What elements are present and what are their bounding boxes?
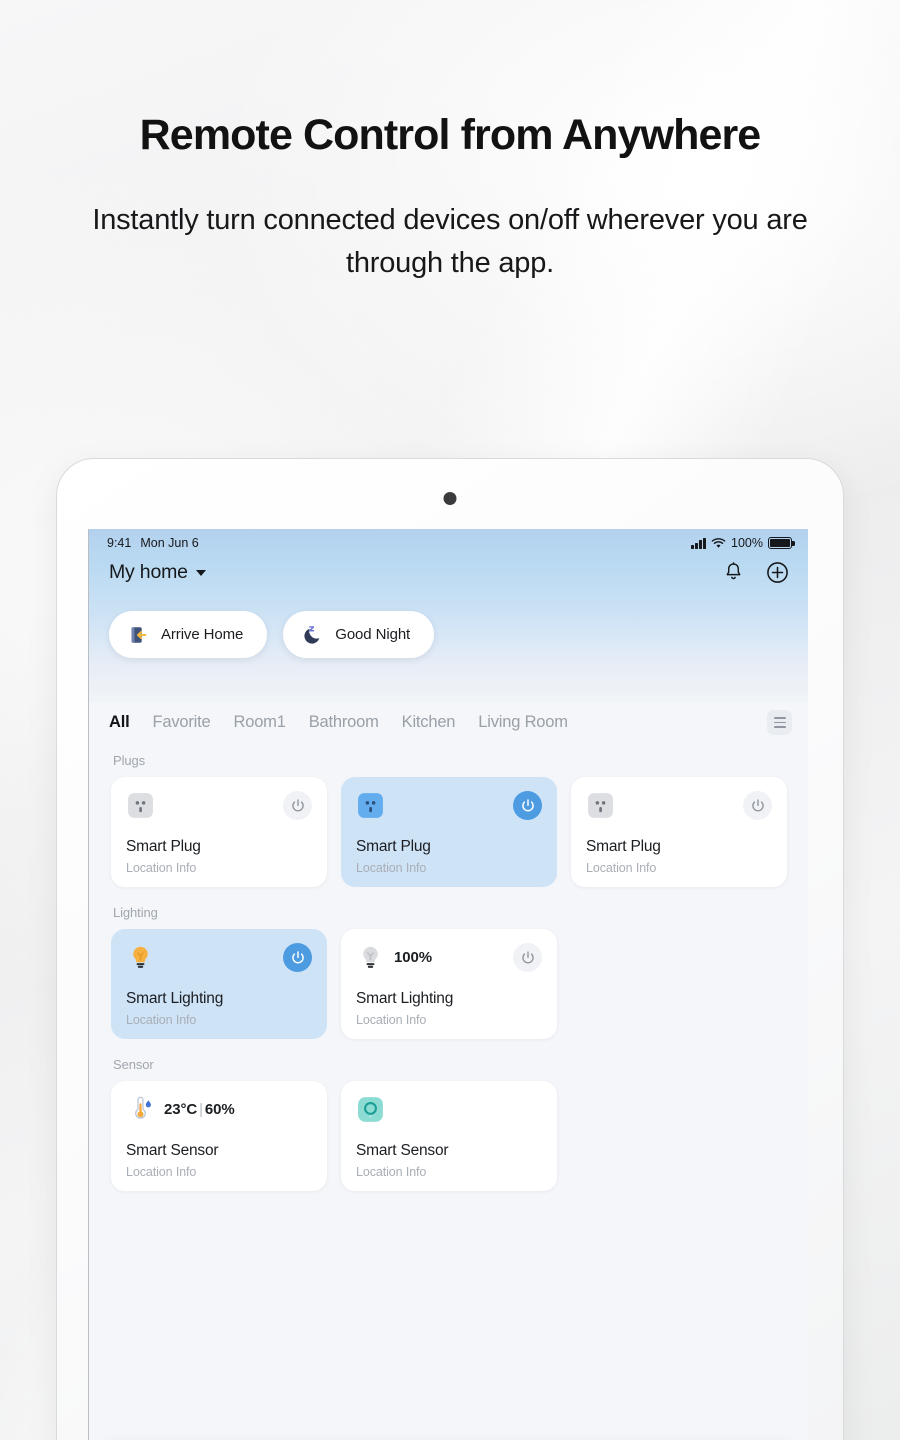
tab-kitchen[interactable]: Kitchen <box>402 713 456 732</box>
section-title-sensor: Sensor <box>113 1057 154 1072</box>
plug-socket-icon <box>128 793 153 818</box>
tablet-device-frame: 9:41 Mon Jun 6 100% My home Arrive Home … <box>56 458 844 1440</box>
hero-section: Remote Control from Anywhere Instantly t… <box>0 0 900 285</box>
scene-chip-label: Arrive Home <box>161 626 244 643</box>
tab-room1[interactable]: Room1 <box>234 713 286 732</box>
home-name-label: My home <box>109 561 188 583</box>
signal-icon <box>691 537 707 549</box>
device-card-smart-plug[interactable]: Smart Plug Location Info <box>571 777 787 887</box>
tab-favorite[interactable]: Favorite <box>152 713 210 732</box>
scene-chip-arrive-home[interactable]: Arrive Home <box>109 611 268 658</box>
power-toggle-button[interactable] <box>513 943 542 972</box>
sensor-readings: 23°C | 60% <box>164 1101 235 1118</box>
device-card-smart-lighting[interactable]: Smart Lighting Location Info <box>111 929 327 1039</box>
wifi-icon <box>711 537 726 548</box>
section-plugs-cards: Smart Plug Location Info Smart Plug Loca… <box>89 777 808 887</box>
device-card-smart-lighting[interactable]: 100% Smart Lighting Location Info <box>341 929 557 1039</box>
device-name: Smart Plug <box>356 838 431 855</box>
plug-socket-icon <box>588 793 613 818</box>
page-subtitle: Instantly turn connected devices on/off … <box>92 204 808 280</box>
section-title-plugs: Plugs <box>113 753 146 768</box>
device-card-smart-plug[interactable]: Smart Plug Location Info <box>341 777 557 887</box>
scene-shortcuts: Arrive Home Good Night <box>89 589 808 698</box>
screen-header-area: 9:41 Mon Jun 6 100% My home Arrive Home … <box>89 529 808 702</box>
section-sensor-cards: 23°C | 60% Smart Sensor Location Info Sm… <box>89 1081 808 1191</box>
list-view-icon[interactable] <box>767 710 792 735</box>
notification-bell-icon[interactable] <box>722 561 745 584</box>
device-name: Smart Sensor <box>126 1142 219 1159</box>
thermometer-humidity-icon <box>135 1096 151 1119</box>
humidity-value: 60% <box>204 1101 235 1118</box>
device-location: Location Info <box>356 1013 427 1027</box>
page-title: Remote Control from Anywhere <box>139 111 762 159</box>
scene-chip-good-night[interactable]: Good Night <box>283 611 435 658</box>
power-toggle-button[interactable] <box>283 943 312 972</box>
temperature-value: 23°C <box>164 1101 198 1118</box>
power-toggle-button[interactable] <box>513 791 542 820</box>
scene-chip-label: Good Night <box>335 626 411 643</box>
plug-socket-icon <box>358 793 383 818</box>
motion-sensor-icon <box>358 1097 383 1122</box>
room-tabs-row: All Favorite Room1 Bathroom Kitchen Livi… <box>89 702 808 735</box>
power-toggle-button[interactable] <box>743 791 772 820</box>
door-arrow-icon <box>125 622 150 647</box>
device-location: Location Info <box>586 861 657 875</box>
device-name: Smart Lighting <box>356 990 454 1007</box>
battery-percent-label: 100% <box>731 536 763 550</box>
status-bar: 9:41 Mon Jun 6 100% <box>89 529 808 552</box>
home-selector[interactable]: My home <box>109 561 206 584</box>
app-screen: 9:41 Mon Jun 6 100% My home Arrive Home … <box>88 529 808 1440</box>
section-title-lighting: Lighting <box>113 905 158 920</box>
device-name: Smart Plug <box>126 838 201 855</box>
battery-icon <box>768 537 795 549</box>
device-card-smart-sensor[interactable]: Smart Sensor Location Info <box>341 1081 557 1191</box>
chevron-down-icon <box>195 569 206 576</box>
device-location: Location Info <box>126 1013 197 1027</box>
app-header: My home <box>89 552 808 589</box>
device-name: Smart Sensor <box>356 1142 449 1159</box>
tab-bathroom[interactable]: Bathroom <box>309 713 379 732</box>
device-location: Location Info <box>126 1165 197 1179</box>
device-name: Smart Plug <box>586 838 661 855</box>
device-location: Location Info <box>126 861 197 875</box>
front-camera-icon <box>443 492 457 505</box>
tab-all[interactable]: All <box>109 713 130 732</box>
moon-sleep-icon <box>299 622 324 647</box>
device-name: Smart Lighting <box>126 990 224 1007</box>
section-lighting-cards: Smart Lighting Location Info 100% Smart … <box>89 929 808 1039</box>
device-location: Location Info <box>356 1165 427 1179</box>
device-card-smart-plug[interactable]: Smart Plug Location Info <box>111 777 327 887</box>
brightness-value: 100% <box>394 949 432 966</box>
add-device-icon[interactable] <box>765 560 790 585</box>
tab-living-room[interactable]: Living Room <box>478 713 568 732</box>
device-list: Plugs Smart Plug Location Info Smart Plu… <box>89 735 808 1440</box>
lightbulb-icon <box>363 946 378 968</box>
device-location: Location Info <box>356 861 427 875</box>
device-card-smart-sensor[interactable]: 23°C | 60% Smart Sensor Location Info <box>111 1081 327 1191</box>
power-toggle-button[interactable] <box>283 791 312 820</box>
status-time: 9:41 <box>107 536 132 550</box>
lightbulb-icon <box>133 946 148 968</box>
status-date: Mon Jun 6 <box>140 536 199 550</box>
